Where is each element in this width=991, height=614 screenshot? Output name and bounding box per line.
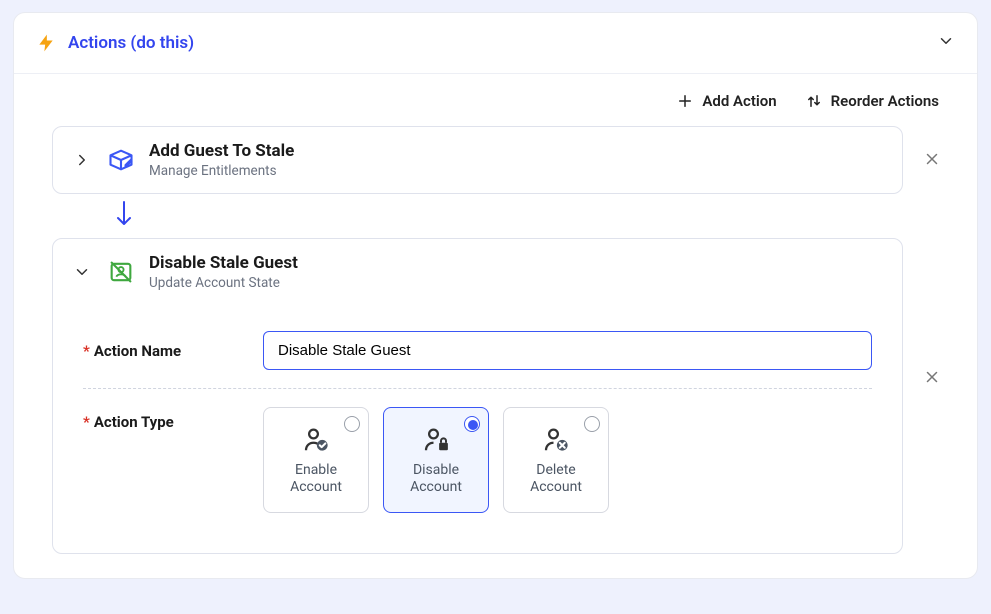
action-titles: Disable Stale Guest Update Account State	[149, 253, 298, 291]
user-enable-icon	[301, 424, 331, 454]
action-form: *Action Name *Action Type	[53, 305, 902, 553]
type-option-disable-account[interactable]: DisableAccount	[383, 407, 489, 513]
section-title: Actions (do this)	[68, 33, 194, 53]
action-subtitle: Update Account State	[149, 275, 298, 291]
radio-indicator	[344, 416, 360, 432]
close-icon	[923, 150, 941, 168]
user-disable-icon	[107, 258, 135, 286]
add-action-label: Add Action	[702, 92, 776, 110]
plus-icon	[676, 92, 694, 110]
chevron-down-icon	[73, 263, 91, 281]
type-option-delete-account[interactable]: DeleteAccount	[503, 407, 609, 513]
actions-section: Actions (do this) Add Action Reorder Act…	[13, 12, 978, 579]
action-type-row: *Action Type En	[83, 389, 872, 531]
action-header[interactable]: Disable Stale Guest Update Account State	[53, 239, 902, 305]
remove-action-button[interactable]	[913, 140, 951, 178]
reorder-actions-button[interactable]: Reorder Actions	[805, 92, 939, 110]
required-marker: *	[83, 413, 90, 431]
user-lock-icon	[421, 424, 451, 454]
flow-arrow-icon	[114, 200, 134, 228]
action-subtitle: Manage Entitlements	[149, 163, 294, 179]
action-name-label: *Action Name	[83, 342, 263, 360]
action-title: Add Guest To Stale	[149, 141, 294, 161]
type-option-enable-account[interactable]: EnableAccount	[263, 407, 369, 513]
remove-action-button[interactable]	[913, 358, 951, 396]
action-card-add-guest: Add Guest To Stale Manage Entitlements	[52, 126, 903, 194]
chevron-right-icon	[73, 151, 91, 169]
reorder-actions-label: Reorder Actions	[831, 92, 939, 110]
action-row: Disable Stale Guest Update Account State…	[52, 238, 951, 554]
action-titles: Add Guest To Stale Manage Entitlements	[149, 141, 294, 179]
action-type-label: *Action Type	[83, 407, 263, 431]
radio-indicator	[464, 416, 480, 432]
action-title: Disable Stale Guest	[149, 253, 298, 273]
bolt-icon	[36, 31, 56, 55]
add-action-button[interactable]: Add Action	[676, 92, 776, 110]
collapse-section-button[interactable]	[937, 32, 955, 54]
radio-indicator	[584, 416, 600, 432]
type-option-label: DisableAccount	[410, 462, 462, 497]
action-row: Add Guest To Stale Manage Entitlements	[52, 126, 951, 194]
action-name-row: *Action Name	[83, 313, 872, 388]
section-header: Actions (do this)	[14, 13, 977, 74]
required-marker: *	[83, 342, 90, 360]
type-option-label: EnableAccount	[290, 462, 342, 497]
action-type-options: EnableAccount DisableAccou	[263, 407, 609, 513]
user-delete-icon	[541, 424, 571, 454]
package-edit-icon	[107, 146, 135, 174]
action-header[interactable]: Add Guest To Stale Manage Entitlements	[53, 127, 902, 193]
close-icon	[923, 368, 941, 386]
reorder-icon	[805, 92, 823, 110]
type-option-label: DeleteAccount	[530, 462, 582, 497]
actions-list: Add Guest To Stale Manage Entitlements	[14, 126, 977, 554]
action-name-input[interactable]	[263, 331, 872, 370]
action-card-disable-guest: Disable Stale Guest Update Account State…	[52, 238, 903, 554]
chevron-down-icon	[937, 32, 955, 50]
actions-toolbar: Add Action Reorder Actions	[14, 74, 977, 126]
